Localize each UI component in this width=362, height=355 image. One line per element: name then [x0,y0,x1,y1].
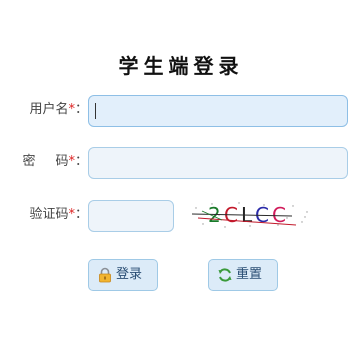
captcha-input[interactable] [88,200,174,232]
page-title: 学生端登录 [118,54,244,78]
username-input[interactable] [88,95,348,127]
username-label: 用户名*： [29,102,88,117]
password-label: 密码*： [22,154,89,169]
captcha-label: 验证码*： [29,207,88,222]
reset-button-label: 重置 [236,267,263,282]
lock-icon [99,267,111,282]
login-button-label: 登录 [116,267,143,282]
refresh-icon [218,267,232,282]
text-caret [95,103,96,119]
reset-button[interactable]: 重置 [208,259,278,291]
login-button[interactable]: 登录 [88,259,158,291]
password-input[interactable] [88,147,348,179]
captcha-image[interactable]: 2 C L C C [191,200,310,230]
